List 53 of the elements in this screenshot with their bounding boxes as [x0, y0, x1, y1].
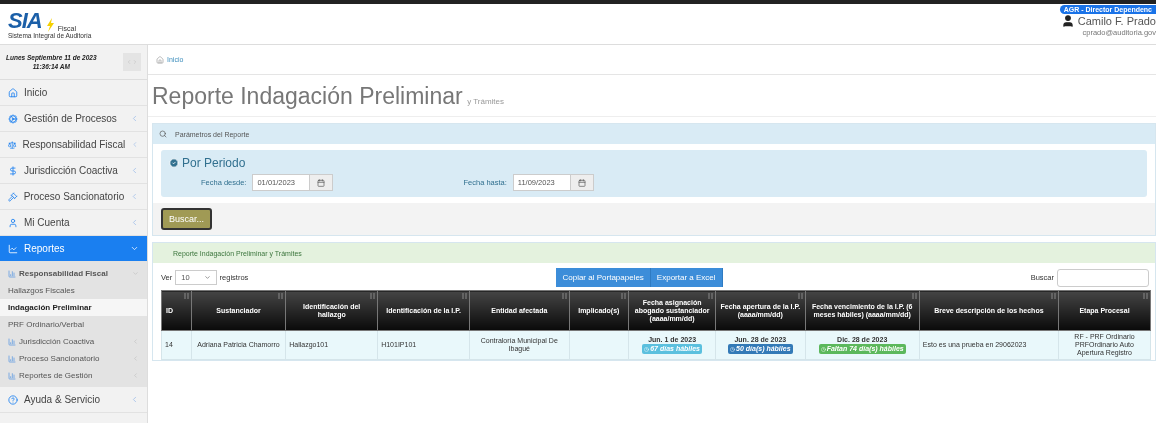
sidebar-item[interactable]: Inicio: [0, 80, 147, 106]
submenu-item[interactable]: Responsabilidad Fiscal: [0, 265, 147, 282]
submenu-item[interactable]: Jurisdicción Coactiva: [0, 333, 147, 350]
sort-icon: [370, 293, 376, 299]
sidebar-toggle-button[interactable]: [123, 53, 141, 71]
sort-icon: [911, 293, 917, 299]
search-icon: [159, 130, 167, 138]
search-field[interactable]: [1057, 268, 1149, 287]
submenu-item[interactable]: PRF Ordinario/Verbal: [0, 316, 147, 333]
gears-icon: [8, 113, 18, 124]
sidebar-item[interactable]: Proceso Sancionatorio: [0, 184, 147, 210]
user-icon: [8, 217, 18, 228]
sort-icon: [708, 293, 714, 299]
sort-icon: [462, 293, 468, 299]
calendar-icon: [577, 178, 586, 187]
balance-icon: [8, 139, 17, 150]
sidebar-item[interactable]: Jurisdicción Coactiva: [0, 158, 147, 184]
submenu-item[interactable]: Reportes de Gestión: [0, 367, 147, 384]
submenu-item[interactable]: Hallazgos Fiscales: [0, 282, 147, 299]
export-button[interactable]: Copiar al Portapapeles: [556, 268, 651, 287]
sort-icon: [797, 293, 803, 299]
bar-chart-icon: [8, 354, 16, 363]
check-circle-icon: [169, 158, 179, 168]
sidebar-item[interactable]: Ayuda & Servicio: [0, 387, 147, 413]
dollar-icon: [8, 165, 18, 176]
bar-chart-icon: [8, 269, 16, 278]
gavel-icon: [8, 191, 18, 202]
user-name[interactable]: Camilo F. Prado: [1077, 15, 1156, 27]
sort-icon: [278, 293, 284, 299]
sort-icon: [183, 293, 189, 299]
sidebar-item[interactable]: Reportes: [0, 236, 147, 262]
home-icon: [156, 55, 164, 64]
logo-mark: SIA: [8, 9, 42, 32]
help-icon: [8, 394, 18, 405]
line-chart-icon: [8, 243, 18, 254]
bar-chart-icon: [8, 371, 16, 380]
sort-icon: [621, 293, 627, 299]
sidebar-item[interactable]: Responsabilidad Fiscal: [0, 132, 147, 158]
section-title: Por Periodo: [182, 156, 246, 170]
lightning-icon: [45, 17, 54, 32]
calendar-icon: [317, 178, 326, 187]
sort-icon: [561, 293, 567, 299]
sort-icon: [1051, 293, 1056, 299]
submenu-item[interactable]: Proceso Sancionatorio: [0, 350, 147, 367]
sort-icon: [1143, 293, 1148, 299]
user-avatar-icon: [1060, 14, 1075, 28]
bar-chart-icon: [8, 337, 16, 346]
chevron-down-icon: [203, 274, 211, 281]
submenu-item[interactable]: Indagación Preliminar: [0, 299, 147, 316]
export-button[interactable]: Exportar a Excel: [650, 268, 723, 287]
sidebar-item[interactable]: Gestión de Procesos: [0, 106, 147, 132]
home-icon: [8, 87, 18, 98]
page-title: Reporte Indagación Preliminar y Trámites: [148, 75, 1156, 117]
